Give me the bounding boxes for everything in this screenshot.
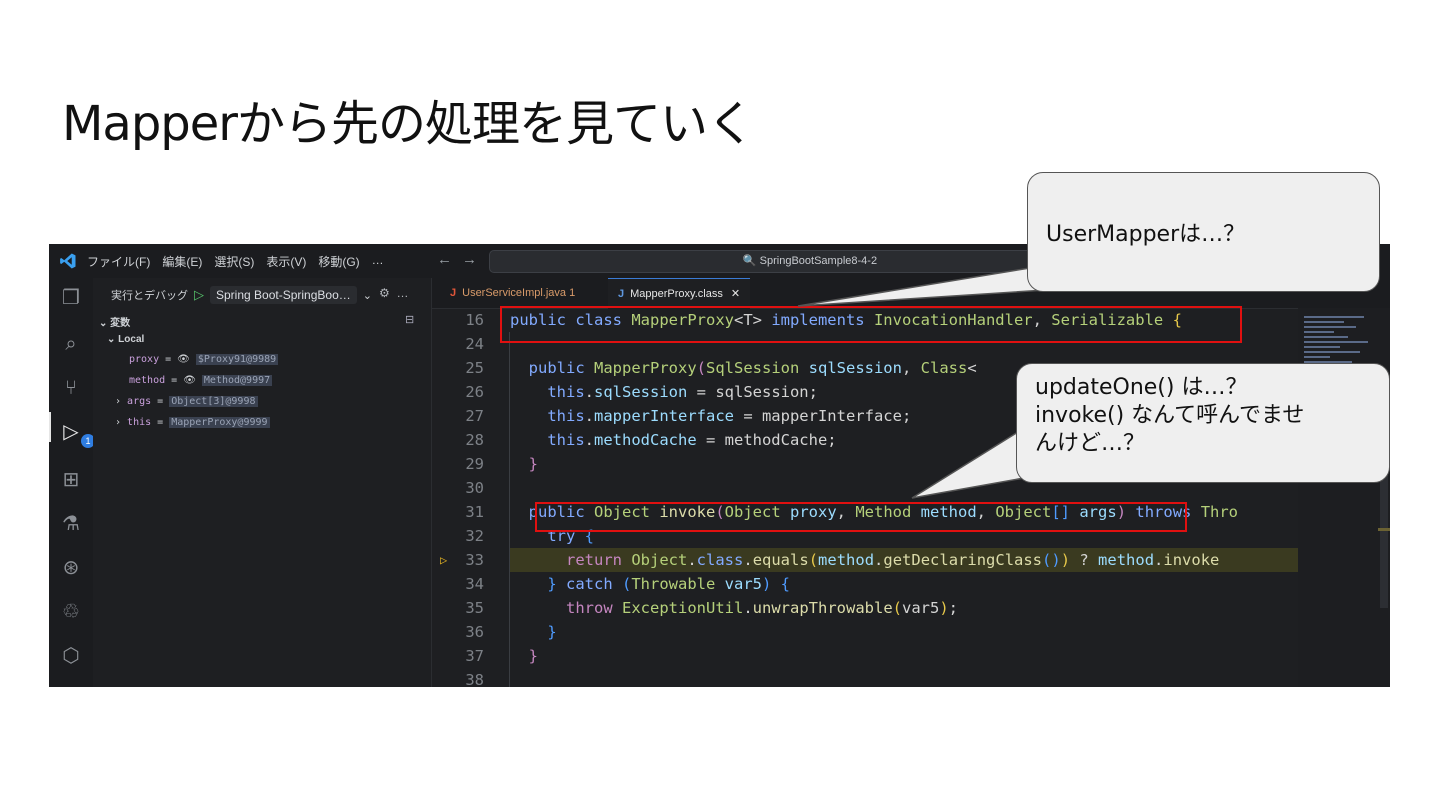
callout-usermapper: UserMapperは…？ [1027, 172, 1380, 292]
callout-invoke-question: updateOne() は…？ invoke() なんて呼んでませ んけど…？ [1016, 363, 1390, 483]
callout-text: updateOne() は…？ invoke() なんて呼んでませ んけど…？ [1035, 375, 1305, 456]
callout-text: UserMapperは…？ [1046, 222, 1246, 247]
